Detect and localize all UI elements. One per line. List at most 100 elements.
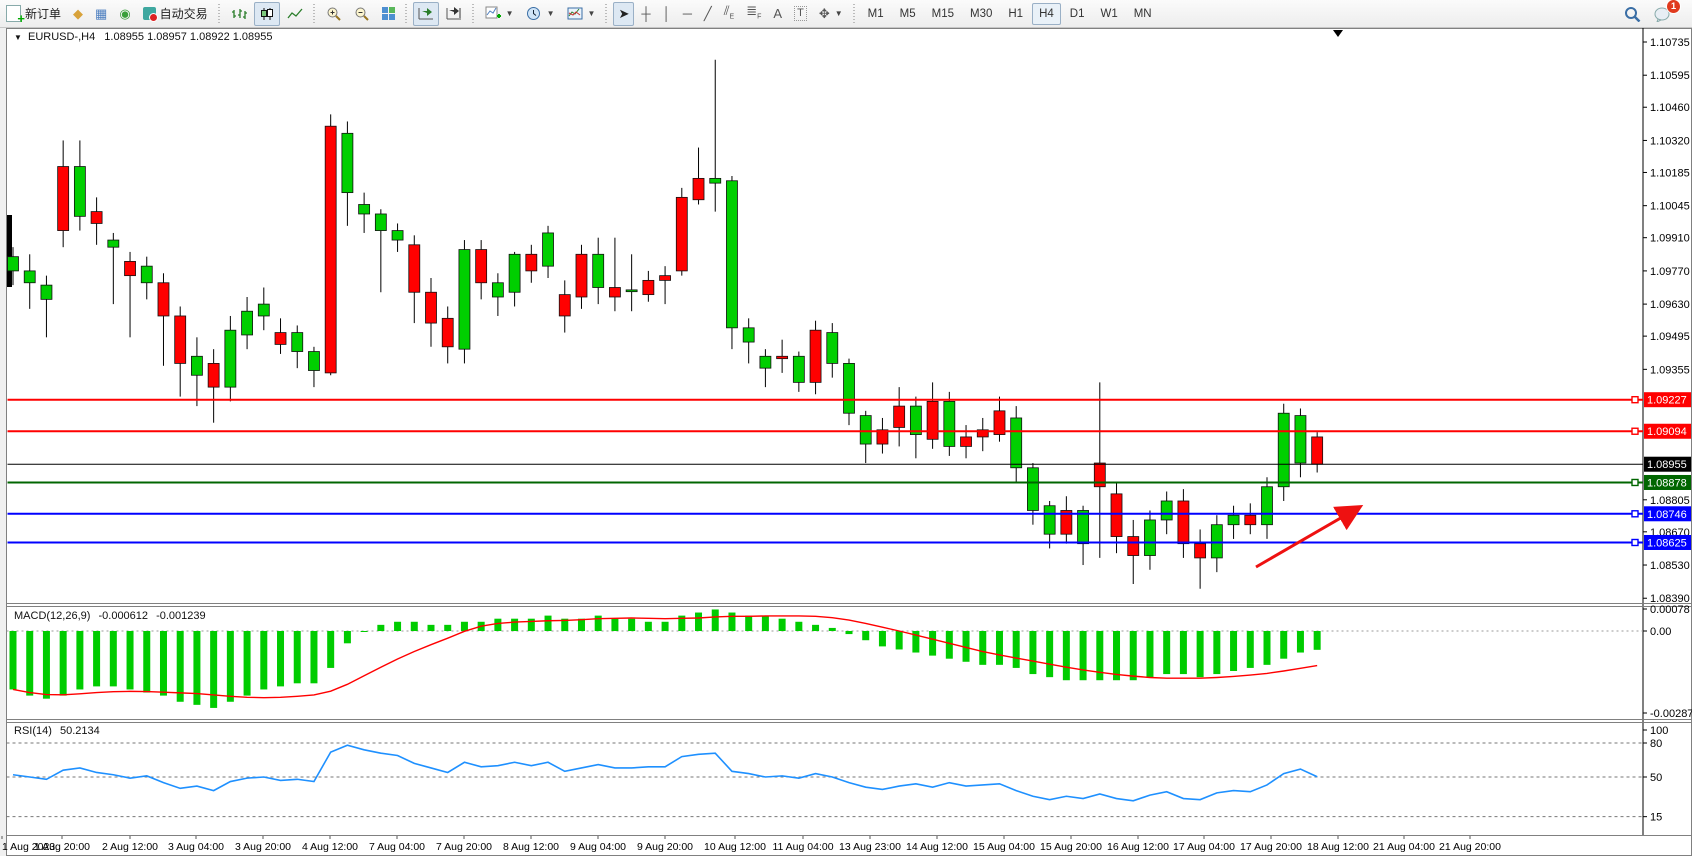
candle-body bbox=[258, 304, 269, 316]
macd-histogram-bar bbox=[1013, 631, 1020, 668]
candle-body bbox=[1111, 494, 1122, 537]
candle-body bbox=[743, 328, 754, 342]
candle-body bbox=[459, 250, 470, 350]
candle-body bbox=[777, 356, 788, 358]
chart-canvas[interactable]: 1.107351.105951.104601.103201.101851.100… bbox=[0, 0, 1692, 856]
candle-body bbox=[308, 352, 319, 371]
candle-body bbox=[793, 356, 804, 382]
macd-histogram-bar bbox=[244, 631, 251, 696]
price-tick-label: 1.10320 bbox=[1650, 135, 1690, 147]
price-tick-label: 1.10735 bbox=[1650, 37, 1690, 49]
macd-axis-label: 0.00 bbox=[1650, 626, 1671, 638]
line-handle[interactable] bbox=[1632, 428, 1638, 434]
time-axis-label: 15 Aug 04:00 bbox=[973, 841, 1035, 853]
candle-body bbox=[1278, 413, 1289, 487]
rsi-axis-label: 15 bbox=[1650, 812, 1662, 824]
rsi-name: RSI(14) bbox=[14, 725, 52, 737]
macd-histogram-bar bbox=[26, 631, 33, 696]
time-axis-label: 21 Aug 20:00 bbox=[1439, 841, 1501, 853]
candle-body bbox=[392, 231, 403, 240]
macd-histogram-bar bbox=[896, 631, 903, 649]
macd-histogram-bar bbox=[461, 622, 468, 631]
macd-histogram-bar bbox=[1080, 631, 1087, 680]
rsi-axis-label: 80 bbox=[1650, 738, 1662, 750]
candle-body bbox=[543, 233, 554, 266]
macd-histogram-bar bbox=[745, 616, 752, 631]
price-line-badge-label: 1.08955 bbox=[1647, 459, 1687, 471]
line-handle[interactable] bbox=[1632, 397, 1638, 403]
macd-histogram-bar bbox=[327, 631, 334, 668]
macd-histogram-bar bbox=[528, 619, 535, 631]
candle-body bbox=[961, 437, 972, 446]
macd-indicator-label: MACD(12,26,9) -0.000612 -0.001239 bbox=[14, 610, 206, 622]
candle-body bbox=[760, 356, 771, 368]
macd-histogram-bar bbox=[695, 613, 702, 631]
macd-histogram-bar bbox=[344, 631, 351, 643]
macd-histogram-bar bbox=[662, 622, 669, 631]
price-tick-label: 1.09910 bbox=[1650, 233, 1690, 245]
candle-body bbox=[1245, 515, 1256, 524]
macd-histogram-bar bbox=[846, 631, 853, 634]
candle-body bbox=[660, 276, 671, 281]
time-axis-label: 17 Aug 04:00 bbox=[1173, 841, 1235, 853]
time-axis-label: 1 Aug 20:00 bbox=[34, 841, 90, 853]
candle-body bbox=[1228, 515, 1239, 524]
macd-histogram-bar bbox=[728, 613, 735, 631]
price-line-badge-label: 1.08746 bbox=[1647, 509, 1687, 521]
time-axis-label: 7 Aug 04:00 bbox=[369, 841, 425, 853]
macd-histogram-bar bbox=[829, 628, 836, 631]
candle-body bbox=[1295, 416, 1306, 463]
chart-symbol-period: EURUSD-,H4 bbox=[28, 31, 95, 43]
line-handle[interactable] bbox=[1632, 511, 1638, 517]
macd-histogram-bar bbox=[277, 631, 284, 686]
candle-body bbox=[827, 333, 838, 364]
time-axis-label: 21 Aug 04:00 bbox=[1373, 841, 1435, 853]
macd-histogram-bar bbox=[795, 622, 802, 631]
macd-histogram-bar bbox=[611, 619, 618, 631]
candle-body bbox=[894, 406, 905, 427]
time-axis-label: 9 Aug 04:00 bbox=[570, 841, 626, 853]
candle-body bbox=[1027, 468, 1038, 511]
macd-signal-value: -0.001239 bbox=[156, 610, 206, 622]
candle-body bbox=[1011, 418, 1022, 468]
candle-body bbox=[526, 254, 537, 271]
macd-histogram-bar bbox=[143, 631, 150, 693]
macd-histogram-bar bbox=[1063, 631, 1070, 680]
candle-body bbox=[8, 257, 19, 271]
chart-title: ▼ EURUSD-,H4 1.08955 1.08957 1.08922 1.0… bbox=[14, 31, 273, 43]
time-axis-label: 18 Aug 12:00 bbox=[1307, 841, 1369, 853]
time-axis-label: 17 Aug 20:00 bbox=[1240, 841, 1302, 853]
candle-body bbox=[275, 333, 286, 345]
line-handle[interactable] bbox=[1632, 479, 1638, 485]
time-axis-label: 7 Aug 20:00 bbox=[436, 841, 492, 853]
macd-histogram-bar bbox=[1280, 631, 1287, 659]
candle-body bbox=[409, 245, 420, 292]
window-menu-icon[interactable]: ▼ bbox=[14, 33, 22, 42]
macd-histogram-bar bbox=[60, 631, 67, 696]
candle-body bbox=[609, 288, 620, 297]
macd-histogram-bar bbox=[227, 631, 234, 702]
macd-histogram-bar bbox=[76, 631, 83, 689]
candle-body bbox=[208, 363, 219, 387]
candle-body bbox=[509, 254, 520, 292]
macd-histogram-bar bbox=[361, 631, 368, 632]
macd-histogram-bar bbox=[779, 619, 786, 631]
macd-histogram-bar bbox=[879, 631, 886, 646]
price-line-badge-label: 1.09094 bbox=[1647, 426, 1687, 438]
line-handle[interactable] bbox=[1632, 539, 1638, 545]
candle-body bbox=[125, 261, 136, 275]
macd-histogram-bar bbox=[1180, 631, 1187, 674]
price-line-badge-label: 1.08878 bbox=[1647, 477, 1687, 489]
rsi-axis-label: 100 bbox=[1650, 725, 1668, 737]
candle-body bbox=[175, 316, 186, 363]
macd-histogram-bar bbox=[545, 616, 552, 631]
macd-histogram-bar bbox=[1197, 631, 1204, 677]
macd-axis-label: -0.002871 bbox=[1650, 708, 1692, 720]
macd-histogram-bar bbox=[645, 622, 652, 631]
macd-histogram-bar bbox=[260, 631, 267, 689]
macd-histogram-bar bbox=[1029, 631, 1036, 674]
time-axis-label: 8 Aug 12:00 bbox=[503, 841, 559, 853]
macd-histogram-bar bbox=[1230, 631, 1237, 671]
macd-histogram-bar bbox=[1264, 631, 1271, 665]
time-axis-label: 14 Aug 12:00 bbox=[906, 841, 968, 853]
